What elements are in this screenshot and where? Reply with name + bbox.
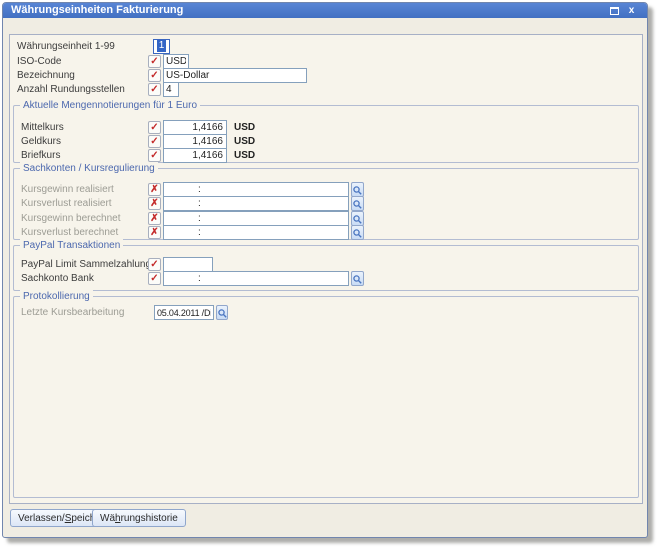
- iso-flag-button[interactable]: ✓: [148, 55, 161, 68]
- sachkonto-bank-lookup-button[interactable]: [351, 271, 364, 286]
- verlust-realisiert-flag-button[interactable]: ✗: [148, 197, 161, 210]
- paypal-limit-flag-button[interactable]: ✓: [148, 258, 161, 271]
- verlust-realisiert-label: Kursverlust realisiert: [21, 196, 112, 211]
- check-icon: ✓: [150, 70, 158, 81]
- group-paypal-legend: PayPal Transaktionen: [20, 239, 123, 252]
- sachkonto-bank-input[interactable]: [163, 271, 349, 286]
- rate-row-mittelkurs: Mittelkurs ✓ USD: [10, 120, 642, 135]
- gewinn-berechnet-input[interactable]: [163, 211, 349, 226]
- geldkurs-input[interactable]: [163, 134, 227, 149]
- unit-input[interactable]: 1: [153, 39, 170, 54]
- geldkurs-flag-button[interactable]: ✓: [148, 135, 161, 148]
- dialog-window: Währungseinheiten Fakturierung x Währung…: [2, 2, 648, 538]
- mittelkurs-input[interactable]: [163, 120, 227, 135]
- verlust-realisiert-input[interactable]: [163, 196, 349, 211]
- last-edit-label: Letzte Kursbearbeitung: [21, 305, 124, 320]
- cross-icon: ✗: [150, 198, 158, 209]
- rounding-flag-button[interactable]: ✓: [148, 83, 161, 96]
- gewinn-realisiert-flag-button[interactable]: ✗: [148, 183, 161, 196]
- close-button[interactable]: x: [625, 5, 638, 16]
- field-row-iso: ISO-Code ✓: [10, 54, 642, 69]
- unit-label: Währungseinheit 1-99: [17, 39, 115, 54]
- sachkonto-bank-row: Sachkonto Bank ✓: [10, 271, 642, 286]
- verlust-berechnet-label: Kursverlust berechnet: [21, 225, 118, 240]
- iso-label: ISO-Code: [17, 54, 61, 69]
- last-edit-row: Letzte Kursbearbeitung: [10, 305, 642, 320]
- briefkurs-label: Briefkurs: [21, 148, 60, 163]
- group-log-legend: Protokollierung: [20, 290, 93, 303]
- check-icon: ✓: [150, 136, 158, 147]
- geldkurs-currency-label: USD: [234, 134, 255, 149]
- unit-selected-text: 1: [157, 40, 167, 52]
- paypal-limit-label: PayPal Limit Sammelzahlung: [21, 257, 151, 272]
- field-row-unit: Währungseinheit 1-99 1: [10, 39, 642, 54]
- geldkurs-label: Geldkurs: [21, 134, 61, 149]
- check-icon: ✓: [150, 84, 158, 95]
- restore-icon: [610, 7, 619, 15]
- verlust-realisiert-lookup-button[interactable]: [351, 196, 364, 211]
- paypal-limit-row: PayPal Limit Sammelzahlung ✓: [10, 257, 642, 272]
- name-label: Bezeichnung: [17, 68, 75, 83]
- check-icon: ✓: [150, 56, 158, 67]
- mittelkurs-label: Mittelkurs: [21, 120, 64, 135]
- paypal-limit-input[interactable]: [163, 257, 213, 272]
- verlust-berechnet-flag-button[interactable]: ✗: [148, 226, 161, 239]
- gewinn-berechnet-label: Kursgewinn berechnet: [21, 211, 121, 226]
- name-input[interactable]: [163, 68, 307, 83]
- rate-row-geldkurs: Geldkurs ✓ USD: [10, 134, 642, 149]
- sachkonto-bank-flag-button[interactable]: ✓: [148, 272, 161, 285]
- check-icon: ✓: [150, 273, 158, 284]
- field-row-name: Bezeichnung ✓: [10, 68, 642, 83]
- mittelkurs-flag-button[interactable]: ✓: [148, 121, 161, 134]
- form-panel: Währungseinheit 1-99 1 ISO-Code ✓ Bezeic…: [9, 34, 643, 504]
- rounding-input[interactable]: [163, 82, 179, 97]
- check-icon: ✓: [150, 259, 158, 270]
- mittelkurs-currency-label: USD: [234, 120, 255, 135]
- check-icon: ✓: [150, 122, 158, 133]
- last-edit-lookup-button[interactable]: [216, 305, 228, 320]
- field-row-rounding: Anzahl Rundungsstellen ✓: [10, 82, 642, 97]
- lookup-icon: [353, 275, 362, 284]
- save-exit-button-label: Verlassen/: [18, 513, 65, 524]
- briefkurs-input[interactable]: [163, 148, 227, 163]
- lookup-icon: [353, 229, 362, 238]
- gewinn-berechnet-flag-button[interactable]: ✗: [148, 212, 161, 225]
- lookup-icon: [353, 215, 362, 224]
- account-row-verlust-realisiert: Kursverlust realisiert ✗: [10, 196, 642, 211]
- cross-icon: ✗: [150, 227, 158, 238]
- gewinn-berechnet-lookup-button[interactable]: [351, 211, 364, 226]
- account-row-gewinn-realisiert: Kursgewinn realisiert ✗: [10, 182, 642, 197]
- group-log: Protokollierung: [13, 296, 639, 498]
- sachkonto-bank-label: Sachkonto Bank: [21, 271, 94, 286]
- gewinn-realisiert-label: Kursgewinn realisiert: [21, 182, 114, 197]
- rounding-label: Anzahl Rundungsstellen: [17, 82, 125, 97]
- account-row-gewinn-berechnet: Kursgewinn berechnet ✗: [10, 211, 642, 226]
- currency-history-button-label: Wä: [100, 513, 115, 524]
- restore-button[interactable]: [608, 5, 621, 16]
- check-icon: ✓: [150, 150, 158, 161]
- verlust-berechnet-input[interactable]: [163, 225, 349, 240]
- iso-input[interactable]: [163, 54, 189, 69]
- rate-row-briefkurs: Briefkurs ✓ USD: [10, 148, 642, 163]
- titlebar[interactable]: Währungseinheiten Fakturierung x: [3, 3, 647, 18]
- lookup-icon: [353, 186, 362, 195]
- group-accounts-legend: Sachkonten / Kursregulierung: [20, 162, 158, 175]
- gewinn-realisiert-lookup-button[interactable]: [351, 182, 364, 197]
- verlust-berechnet-lookup-button[interactable]: [351, 225, 364, 240]
- account-row-verlust-berechnet: Kursverlust berechnet ✗: [10, 225, 642, 240]
- gewinn-realisiert-input[interactable]: [163, 182, 349, 197]
- last-edit-date-input[interactable]: [154, 305, 214, 320]
- cross-icon: ✗: [150, 213, 158, 224]
- lookup-icon: [353, 200, 362, 209]
- lookup-icon: [218, 309, 227, 318]
- cross-icon: ✗: [150, 184, 158, 195]
- group-rates-legend: Aktuelle Mengennotierungen für 1 Euro: [20, 99, 200, 112]
- window-title: Währungseinheiten Fakturierung: [11, 4, 183, 16]
- briefkurs-currency-label: USD: [234, 148, 255, 163]
- name-flag-button[interactable]: ✓: [148, 69, 161, 82]
- briefkurs-flag-button[interactable]: ✓: [148, 149, 161, 162]
- currency-history-button[interactable]: Währungshistorie: [92, 509, 186, 527]
